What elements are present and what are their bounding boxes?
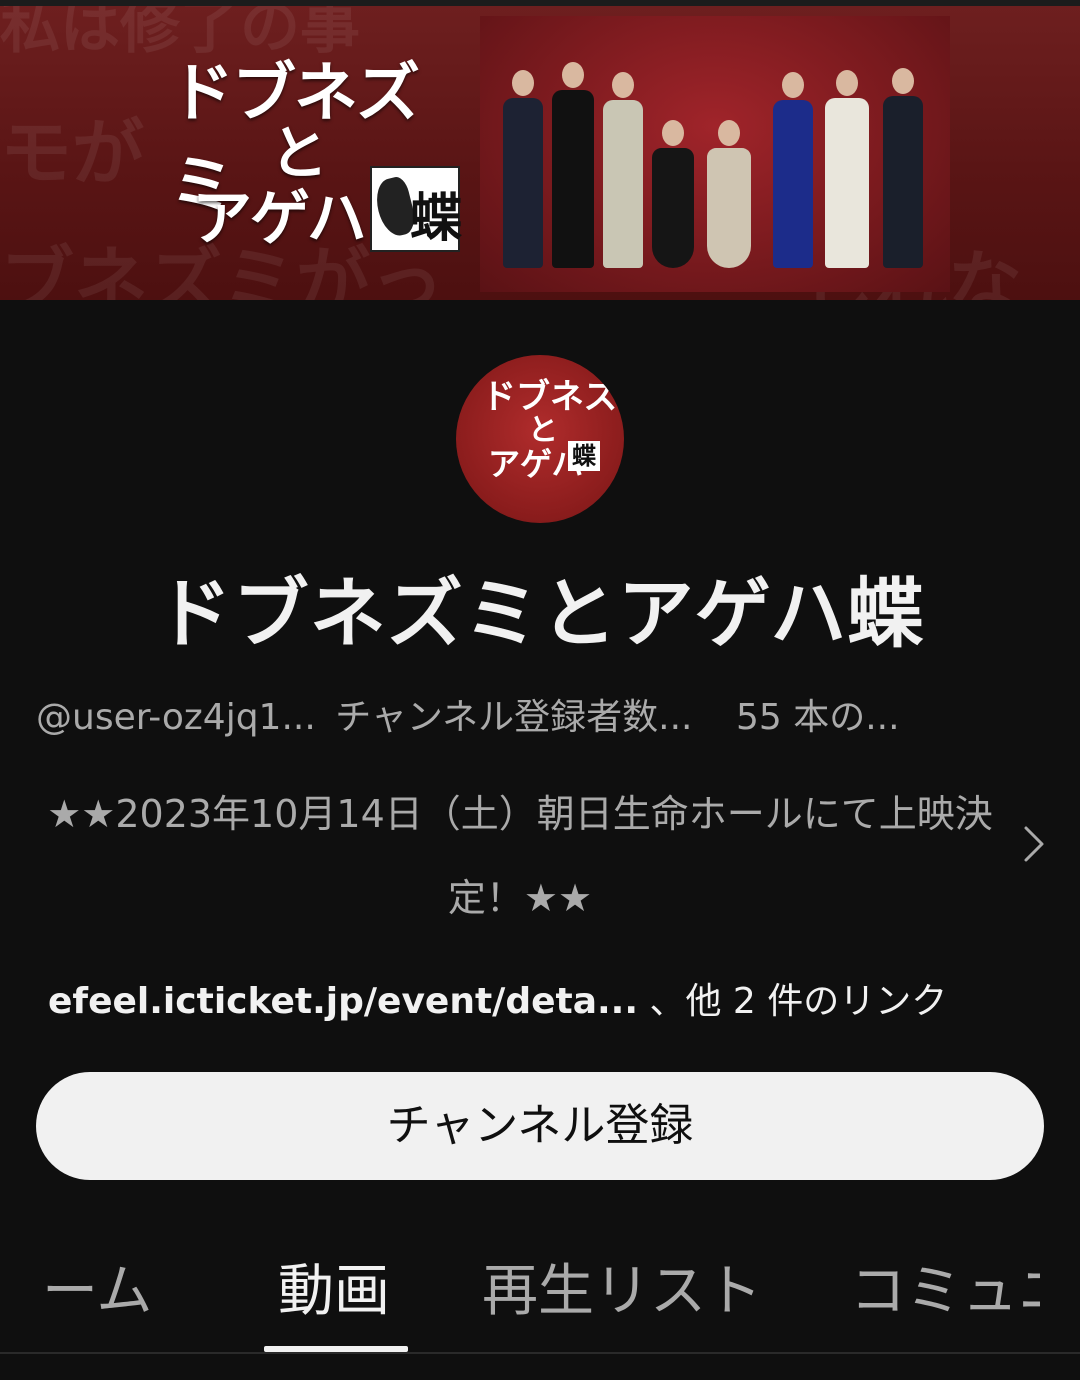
banner-logo: ドブネズミ と アゲハ 蝶 [170, 42, 470, 262]
chevron-right-icon[interactable] [1016, 822, 1052, 866]
divider [0, 1352, 1080, 1354]
channel-avatar[interactable]: ドブネズミ と アゲハ 蝶 [456, 355, 624, 523]
cast-member-figure [770, 72, 816, 268]
avatar-logo-kanji: 蝶 [568, 441, 600, 471]
cast-member-figure [880, 68, 926, 268]
more-links-text[interactable]: 、他 2 件のリンク [649, 981, 947, 1022]
cast-member-figure [550, 62, 596, 268]
tab-videos[interactable]: 動画 [278, 1246, 390, 1327]
channel-title: ドブネズミとアゲハ蝶 [155, 569, 925, 658]
cast-member-figure [600, 72, 646, 268]
link-url[interactable]: efeel.icticket.jp/event/deta... [48, 981, 638, 1022]
banner-background-text: モが [0, 110, 145, 195]
channel-description[interactable]: ★★2023年10月14日（土）朝日生命ホールにて上映決定！★★ [40, 772, 1000, 940]
channel-banner: 私は修了の事 モが ブネズミがっ しれな ドブネズミ と アゲハ 蝶 [0, 6, 1080, 300]
butterfly-icon: 蝶 [370, 166, 463, 252]
subscribe-button[interactable]: チャンネル登録 [36, 1072, 1044, 1180]
channel-meta-row[interactable]: @user-oz4jq1... チャンネル登録者数... 55 本の... [36, 688, 1046, 738]
tab-home[interactable]: ホーム [42, 1246, 152, 1327]
tab-playlists[interactable]: 再生リスト [482, 1246, 762, 1327]
video-count: 55 本の... [735, 697, 900, 738]
channel-tabs: ホーム 動画 再生リスト コミュニティ [0, 1236, 1080, 1380]
cast-member-figure [706, 120, 752, 268]
channel-links[interactable]: efeel.icticket.jp/event/deta... 、他 2 件のリ… [48, 972, 1048, 1024]
tab-community[interactable]: コミュニティ [850, 1246, 1040, 1327]
cast-photo [480, 16, 950, 292]
logo-title-line: アゲハ [192, 184, 367, 254]
logo-kanji: 蝶 [410, 188, 463, 249]
cast-member-figure [650, 120, 696, 268]
cast-member-figure [500, 70, 546, 268]
cast-member-figure [824, 70, 870, 268]
subscriber-count: チャンネル登録者数... [335, 697, 693, 738]
channel-handle: @user-oz4jq1... [36, 697, 316, 738]
